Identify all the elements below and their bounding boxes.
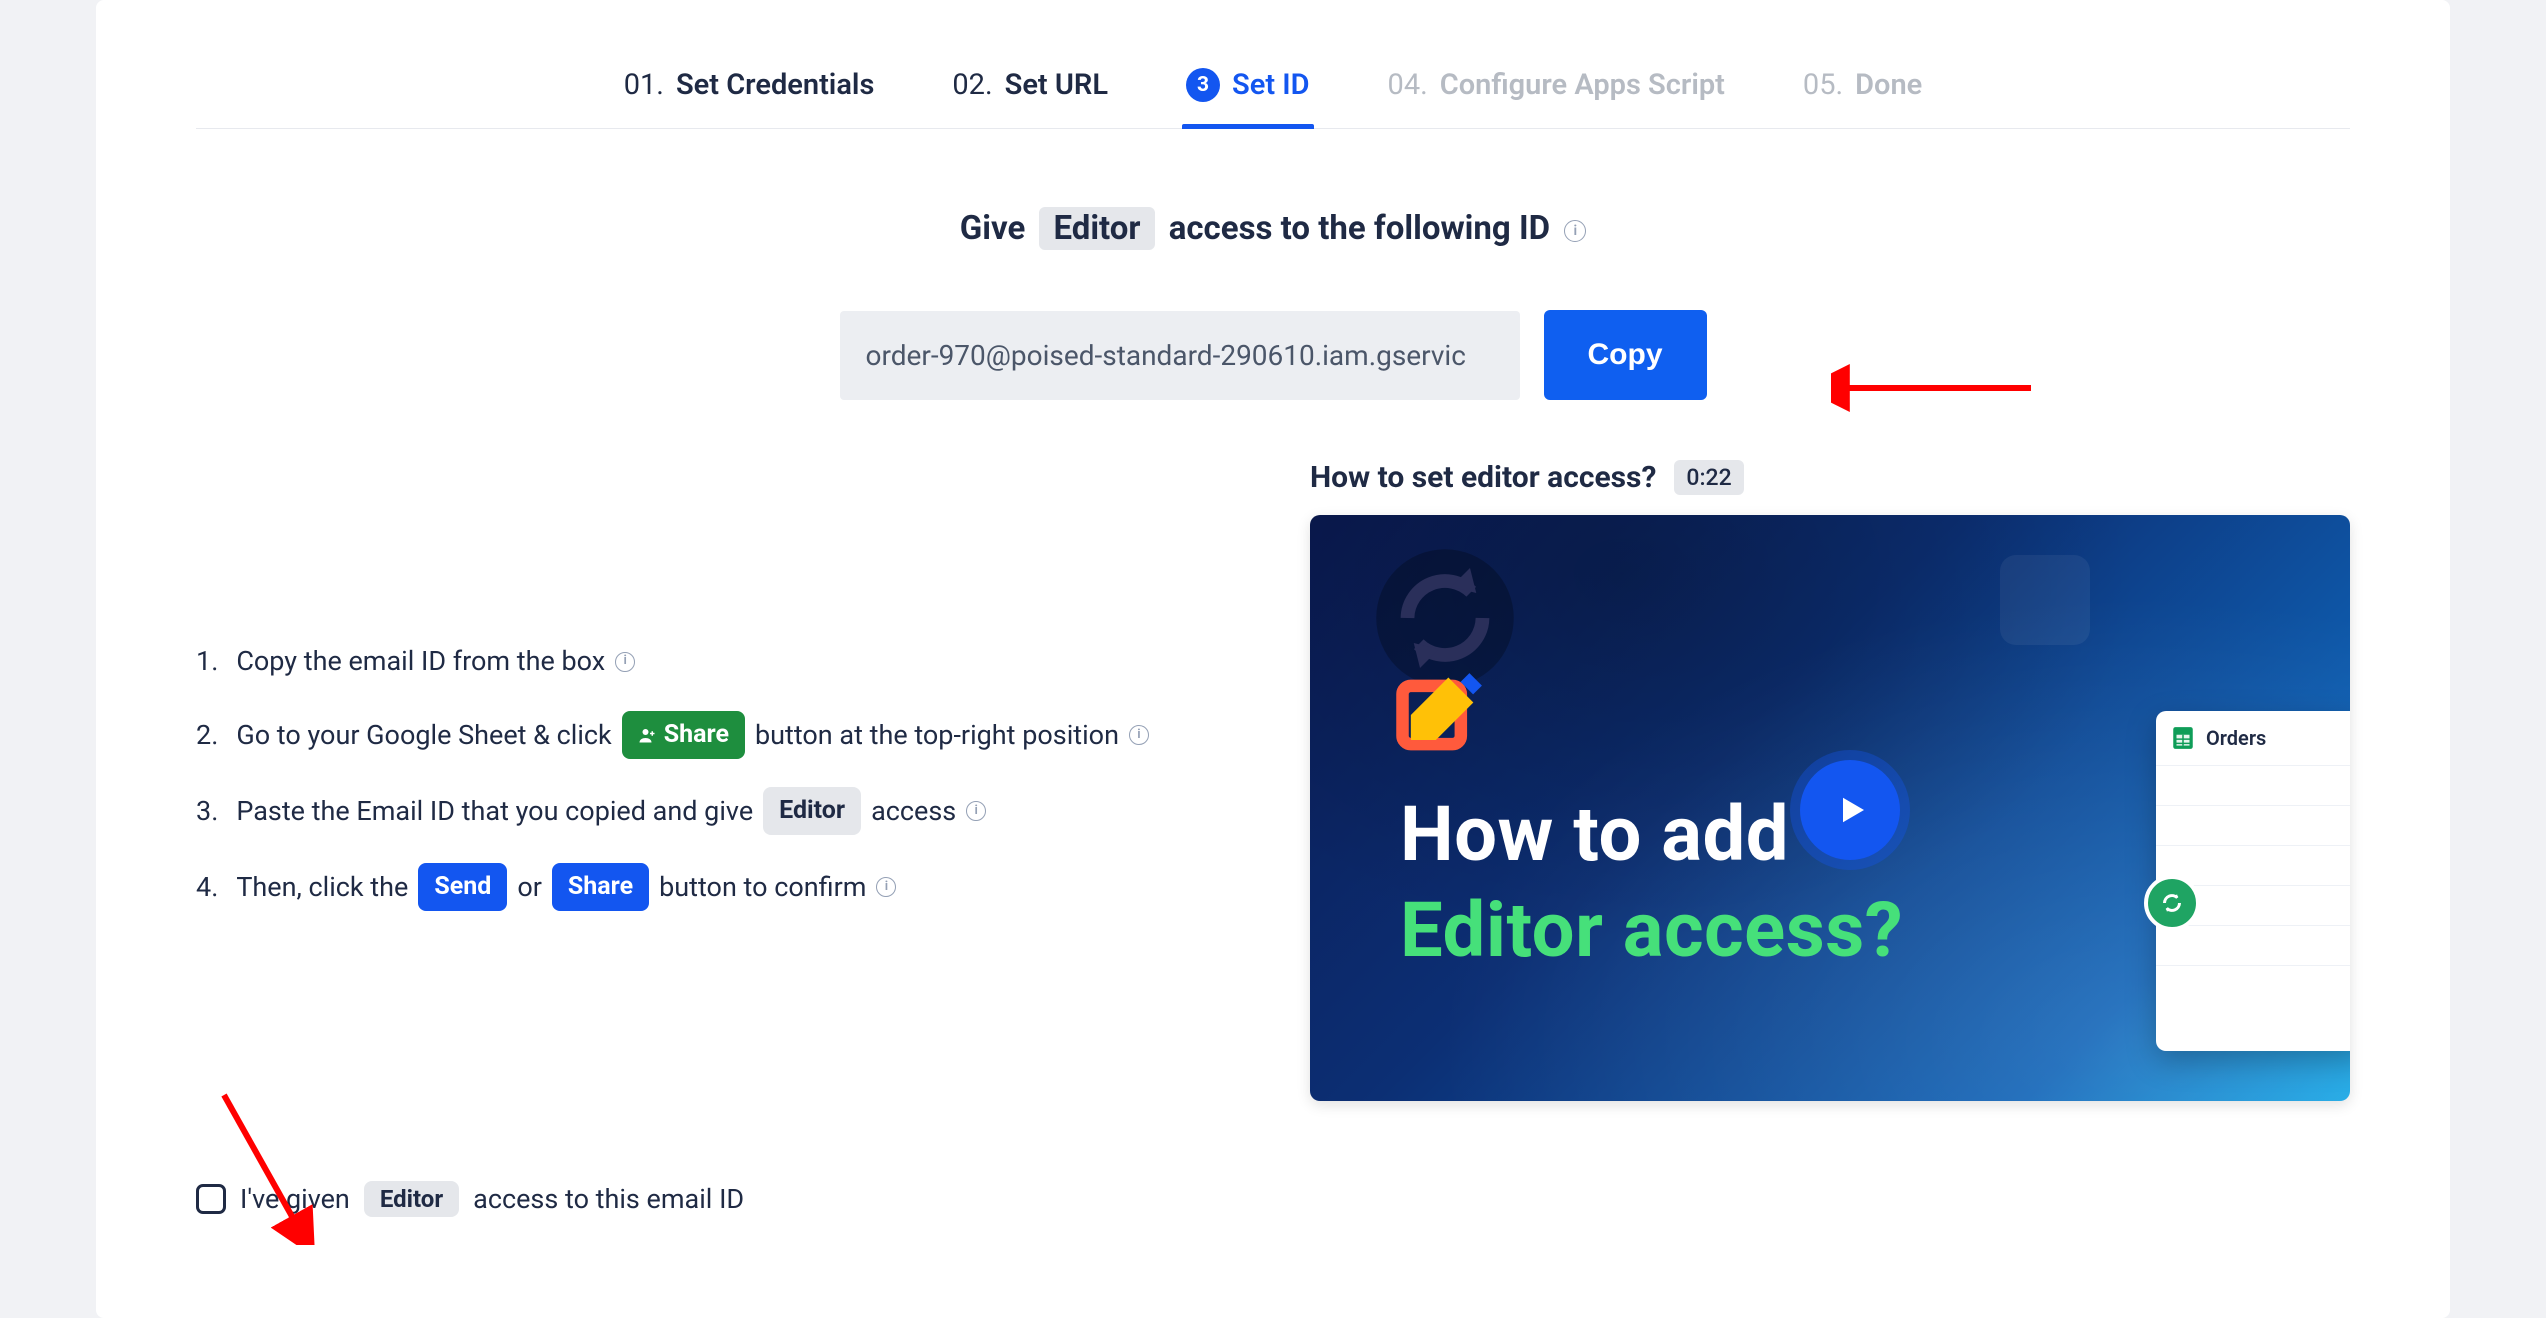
id-row: Copy	[196, 310, 2350, 400]
instruction-text: access	[871, 790, 956, 833]
instruction-list: Copy the email ID from the box i Go to y…	[196, 640, 1260, 911]
google-sheets-icon	[2170, 725, 2196, 751]
section-heading: Give Editor access to the following ID i	[196, 207, 2350, 250]
step-label: Set URL	[1005, 68, 1108, 102]
edit-icon	[1390, 665, 1490, 765]
step-number: 04.	[1388, 68, 1428, 102]
step-set-id[interactable]: 3 Set ID	[1182, 50, 1313, 128]
heading-suffix: access to the following ID	[1169, 209, 1550, 248]
step-label: Done	[1855, 68, 1922, 102]
editor-chip-small: Editor	[364, 1181, 459, 1217]
step-done: 05. Done	[1799, 50, 1926, 128]
step-label: Set Credentials	[676, 68, 874, 102]
active-step-circle: 3	[1186, 68, 1220, 102]
instruction-item-1: Copy the email ID from the box i	[196, 640, 1260, 683]
video-duration: 0:22	[1674, 460, 1743, 495]
wizard-stepper: 01. Set Credentials 02. Set URL 3 Set ID…	[196, 50, 2350, 129]
instruction-item-4: Then, click the Send or Share button to …	[196, 863, 1260, 911]
step-number: 01.	[624, 68, 664, 102]
instruction-text: Copy the email ID from the box	[236, 640, 605, 683]
instruction-text: Go to your Google Sheet & click	[236, 714, 611, 757]
copy-button[interactable]: Copy	[1544, 310, 1707, 400]
video-title: How to set editor access?	[1310, 460, 1656, 495]
info-icon[interactable]: i	[966, 801, 986, 821]
video-column: How to set editor access? 0:22	[1310, 460, 2350, 1101]
sync-small-icon	[2157, 888, 2187, 918]
instruction-text: Then, click the	[236, 866, 408, 909]
confirm-checkbox[interactable]	[196, 1184, 226, 1214]
content-columns: Copy the email ID from the box i Go to y…	[196, 460, 2350, 1101]
instruction-item-2: Go to your Google Sheet & click Share bu…	[196, 711, 1260, 759]
info-icon[interactable]: i	[1129, 725, 1149, 745]
annotation-arrow-checkbox	[214, 1085, 334, 1245]
editor-chip: Editor	[1039, 207, 1154, 250]
sheet-name: Orders	[2206, 726, 2266, 750]
confirm-row: I've given Editor access to this email I…	[196, 1181, 2350, 1217]
instruction-item-3: Paste the Email ID that you copied and g…	[196, 787, 1260, 835]
user-plus-icon	[638, 726, 656, 744]
info-icon[interactable]: i	[615, 652, 635, 672]
instructions-column: Copy the email ID from the box i Go to y…	[196, 460, 1260, 939]
step-label: Configure Apps Script	[1440, 68, 1725, 102]
instruction-text: button at the top-right position	[755, 714, 1119, 757]
video-thumbnail[interactable]: How to add Editor access?	[1310, 515, 2350, 1101]
info-icon[interactable]: i	[1564, 220, 1586, 242]
decor-square	[2000, 555, 2090, 645]
sync-badge	[2144, 875, 2200, 931]
service-account-id-input[interactable]	[840, 311, 1520, 400]
video-title-row: How to set editor access? 0:22	[1310, 460, 2350, 495]
step-number: 05.	[1803, 68, 1843, 102]
chip-label: Share	[664, 715, 729, 755]
info-icon[interactable]: i	[876, 877, 896, 897]
share-chip-green: Share	[622, 711, 745, 759]
editor-chip-small: Editor	[763, 787, 861, 835]
step-set-url[interactable]: 02. Set URL	[948, 50, 1112, 128]
step-label: Set ID	[1232, 68, 1309, 102]
step-number: 02.	[952, 68, 992, 102]
send-chip: Send	[418, 863, 507, 911]
video-overlay-line1: How to add	[1400, 789, 1789, 879]
heading-prefix: Give	[960, 209, 1026, 248]
wizard-card: 01. Set Credentials 02. Set URL 3 Set ID…	[96, 0, 2450, 1318]
confirm-suffix: access to this email ID	[473, 1183, 744, 1215]
confirm-prefix: I've given	[240, 1183, 350, 1215]
share-chip-blue: Share	[552, 863, 649, 911]
play-icon	[1829, 789, 1871, 831]
instruction-text: Paste the Email ID that you copied and g…	[236, 790, 753, 833]
step-configure-apps-script: 04. Configure Apps Script	[1384, 50, 1729, 128]
video-overlay-line2: Editor access?	[1400, 885, 1903, 975]
step-set-credentials[interactable]: 01. Set Credentials	[620, 50, 879, 128]
instruction-text: button to confirm	[659, 866, 866, 909]
instruction-text: or	[517, 866, 542, 909]
play-button[interactable]	[1800, 760, 1900, 860]
